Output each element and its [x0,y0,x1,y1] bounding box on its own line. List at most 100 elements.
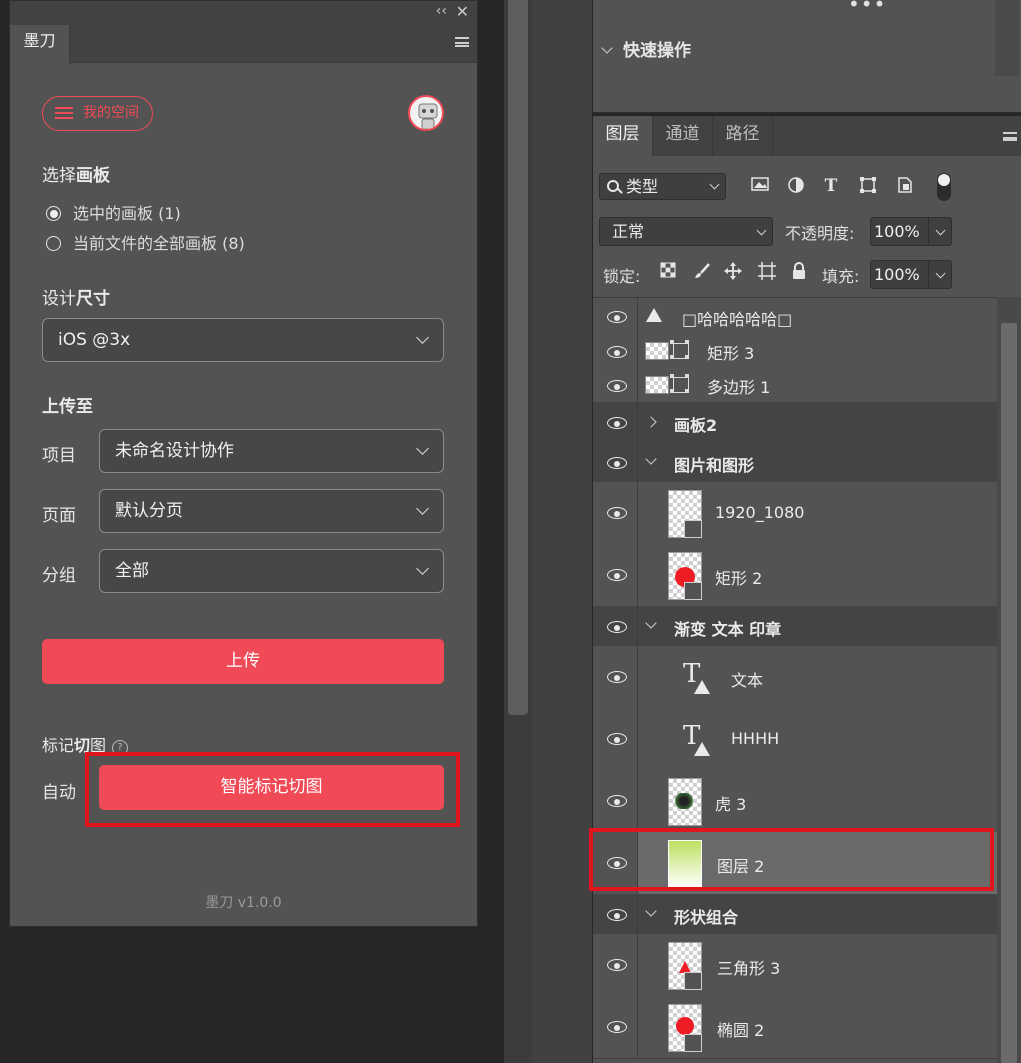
layer-group-row[interactable]: 画板2 [593,402,997,443]
blend-mode-select[interactable]: 正常 [599,217,773,246]
smart-object-filter-icon[interactable] [895,176,915,196]
canvas-scrollbar[interactable] [504,0,532,1063]
chevron-down-icon [601,42,613,54]
chevron-down-icon [416,562,429,575]
chevron-down-icon[interactable] [935,268,946,279]
scrollbar-thumb[interactable] [508,0,528,715]
filter-toggle[interactable] [937,173,951,201]
warning-icon [646,308,662,322]
fill-input[interactable]: 100% [870,260,952,289]
text-filter-icon[interactable]: T [821,176,841,196]
chevron-right-icon[interactable] [645,416,657,428]
layer-row[interactable]: □哈哈哈哈哈□ [593,298,997,335]
smart-object-icon [684,520,702,538]
upload-button[interactable]: 上传 [42,639,444,684]
visibility-eye-icon[interactable] [607,457,627,469]
design-size-select[interactable]: iOS @3x [42,318,444,362]
layer-row[interactable]: 矩形 3 [593,334,997,369]
design-size-title: 设计尺寸 [42,289,110,309]
chevron-down-icon[interactable] [935,225,946,236]
chevron-down-icon[interactable] [645,453,657,465]
opacity-input[interactable]: 100% [870,217,952,246]
tab-paths[interactable]: 路径 [713,116,773,156]
upload-to-title: 上传至 [42,397,93,417]
shape-filter-icon[interactable] [858,176,878,196]
visibility-eye-icon[interactable] [607,507,627,519]
visibility-eye-icon[interactable] [607,417,627,429]
visibility-eye-icon[interactable] [607,909,627,921]
visibility-eye-icon[interactable] [607,733,627,745]
menu-icon [55,107,73,119]
layer-row[interactable]: 三角形 3 [593,934,997,997]
visibility-eye-icon[interactable] [607,1021,627,1033]
visibility-eye-icon[interactable] [607,346,627,358]
panel-title-bar: ‹‹ ✕ [10,1,477,25]
chevron-down-icon[interactable] [645,905,657,917]
warning-icon [694,680,710,694]
lock-transparent-pixels-icon[interactable] [658,262,678,282]
image-filter-icon[interactable] [750,176,770,196]
layer-row[interactable]: 1920_1080 [593,482,997,545]
layer-group-row[interactable]: 渐变 文本 印章 [593,606,997,647]
tab-channels[interactable]: 通道 [653,116,713,156]
lock-position-icon[interactable] [723,262,743,282]
version-text: 墨刀 v1.0.0 [205,895,282,911]
lock-artboard-icon[interactable] [757,262,777,282]
panel-menu-icon[interactable] [1003,132,1017,141]
layer-list-scrollbar[interactable] [997,297,1021,1063]
shape-layer-icon [684,1034,702,1052]
radio-unchecked-icon[interactable] [46,236,61,251]
layer-row[interactable]: 矩形 2 [593,544,997,607]
chevron-down-icon[interactable] [645,617,657,629]
layer-filter-select[interactable]: 类型 [599,173,726,200]
panel-menu-icon[interactable] [455,37,469,47]
layer-row[interactable]: T 文本 [593,646,997,709]
visibility-eye-icon[interactable] [607,959,627,971]
visibility-eye-icon[interactable] [607,569,627,581]
scrollbar-thumb[interactable] [1001,323,1017,1063]
layer-thumbnail [668,778,702,826]
visibility-eye-icon[interactable] [607,621,627,633]
layer-row[interactable]: 椭圆 2 [593,996,997,1059]
layer-row[interactable]: 虎 3 [593,770,997,833]
lock-all-icon[interactable] [789,262,809,282]
page-label: 页面 [42,506,76,526]
project-select[interactable]: 未命名设计协作 [99,429,444,473]
my-space-button[interactable]: 我的空间 [42,96,153,131]
my-space-label: 我的空间 [83,105,139,121]
layer-thumbnail [645,342,669,360]
chevron-down-icon [756,225,767,236]
annotation-highlight-smart-button [85,752,460,827]
layer-row[interactable]: 多边形 1 [593,368,997,403]
avatar[interactable] [408,95,444,131]
visibility-eye-icon[interactable] [607,311,627,323]
fill-label: 填充: [822,267,860,286]
collapse-icon[interactable]: ‹‹ [436,3,447,19]
page-select[interactable]: 默认分页 [99,489,444,533]
group-select[interactable]: 全部 [99,549,444,593]
layer-row[interactable]: T HHHH [593,708,997,771]
more-icon[interactable]: ••• [848,0,886,16]
radio-selected-artboards[interactable]: 选中的画板 (1) [46,200,181,224]
radio-checked-icon[interactable] [46,206,61,221]
close-icon[interactable]: ✕ [456,2,469,21]
visibility-eye-icon[interactable] [607,671,627,683]
quick-actions-scrollbar[interactable] [995,0,1019,76]
shape-layer-icon [670,374,689,393]
layer-group-row[interactable]: 形状组合 [593,894,997,935]
tab-layers[interactable]: 图层 [593,116,653,156]
visibility-eye-icon[interactable] [607,795,627,807]
tab-modao[interactable]: 墨刀 [10,25,70,64]
auto-label: 自动 [42,783,76,803]
layer-group-row[interactable]: 图片和图形 [593,442,997,483]
project-label: 项目 [42,446,76,466]
layer-thumbnail [668,1004,702,1052]
visibility-eye-icon[interactable] [607,380,627,392]
adjustment-filter-icon[interactable] [786,176,806,196]
lock-image-pixels-icon[interactable] [692,262,712,282]
layer-list: □哈哈哈哈哈□ 矩形 3 多边形 1 画板2 图片和图形 1920_1080 矩… [593,297,997,1063]
quick-actions-header[interactable]: 快速操作 [601,36,691,61]
radio-all-artboards[interactable]: 当前文件的全部画板 (8) [46,230,245,254]
annotation-highlight-selected-layer [589,828,994,891]
chevron-down-icon [416,442,429,455]
